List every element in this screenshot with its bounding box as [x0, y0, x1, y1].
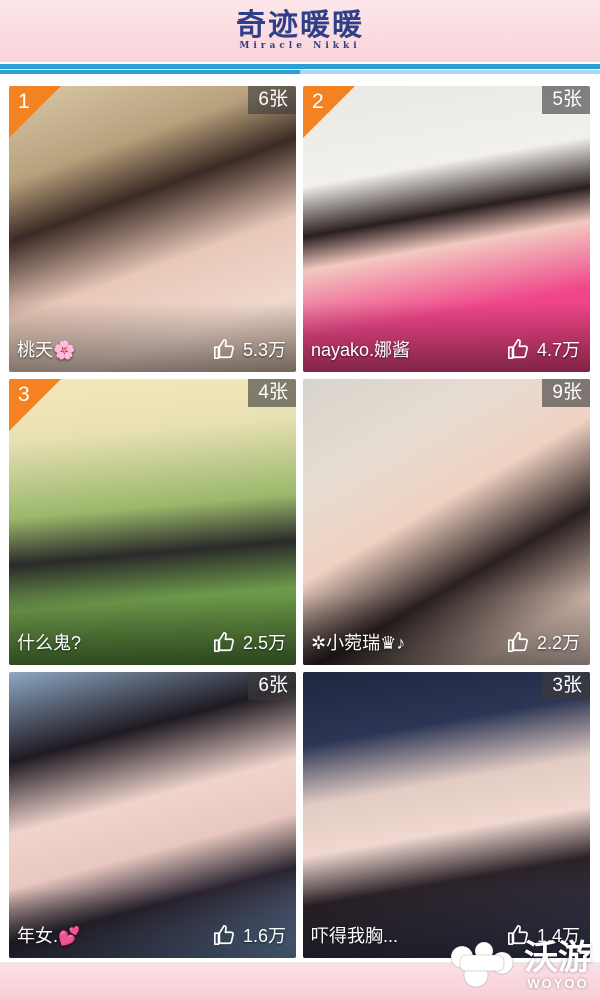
thumbs-up-icon: [507, 632, 528, 652]
author-name: nayako.娜酱: [311, 340, 411, 360]
author-name: 桃天🌸: [17, 340, 76, 360]
thumbs-up-icon: [213, 925, 234, 945]
rank-badge: [9, 379, 61, 431]
rank-number: 3: [18, 383, 30, 406]
photo-count-badge: 6张: [248, 672, 296, 700]
tab-indicator-track: [0, 70, 600, 74]
like-button[interactable]: 2.5万: [213, 629, 286, 655]
thumbs-up-icon: [507, 339, 528, 359]
like-button[interactable]: 5.3万: [213, 336, 286, 362]
author-name: ✲小菀瑞♛♪: [311, 633, 406, 653]
rank-number: 2: [312, 90, 324, 113]
photo-card-6[interactable]: 3张 吓得我胸... 1.4万: [303, 672, 590, 958]
like-count: 5.3万: [242, 340, 286, 360]
author-name: 吓得我胸...: [311, 926, 399, 946]
photo-count-badge: 3张: [542, 672, 590, 700]
tab-indicator: [0, 70, 300, 74]
like-count: 1.6万: [242, 926, 286, 946]
like-button[interactable]: 4.7万: [507, 336, 580, 362]
thumbs-up-icon: [213, 632, 234, 652]
thumbs-up-icon: [213, 339, 234, 359]
like-count: 2.2万: [536, 633, 580, 653]
like-button[interactable]: 1.6万: [213, 922, 286, 948]
photo-count-badge: 4张: [248, 379, 296, 407]
like-count: 2.5万: [242, 633, 286, 653]
author-name: 什么鬼?: [17, 633, 82, 653]
woyoo-watermark: 沃游 WOYOO: [412, 932, 592, 998]
photo-card-3[interactable]: 3 4张 什么鬼? 2.5万: [9, 379, 296, 665]
watermark-en: WOYOO: [527, 975, 589, 991]
photo-count-badge: 6张: [248, 86, 296, 114]
woyoo-logo-icon: [450, 941, 514, 988]
like-button[interactable]: 2.2万: [507, 629, 580, 655]
like-count: 4.7万: [536, 340, 580, 360]
rank-badge: [303, 86, 355, 138]
header-divider: [0, 64, 600, 69]
rank-number: 1: [18, 90, 30, 113]
app-logo-title: 奇迹暖暖: [236, 8, 364, 43]
watermark-cn: 沃游: [524, 938, 592, 977]
author-name: 年女.💕: [17, 926, 81, 946]
app-header: 奇迹暖暖 Miracle Nikki: [0, 0, 600, 62]
rank-badge: [9, 86, 61, 138]
photo-card-2[interactable]: 2 5张 nayako.娜酱 4.7万: [303, 86, 590, 372]
photo-count-badge: 5张: [542, 86, 590, 114]
photo-card-4[interactable]: 9张 ✲小菀瑞♛♪ 2.2万: [303, 379, 590, 665]
photo-card-1[interactable]: 1 6张 桃天🌸 5.3万: [9, 86, 296, 372]
photo-count-badge: 9张: [542, 379, 590, 407]
app-logo-subtitle: Miracle Nikki: [239, 41, 361, 51]
photo-card-5[interactable]: 6张 年女.💕 1.6万: [9, 672, 296, 958]
